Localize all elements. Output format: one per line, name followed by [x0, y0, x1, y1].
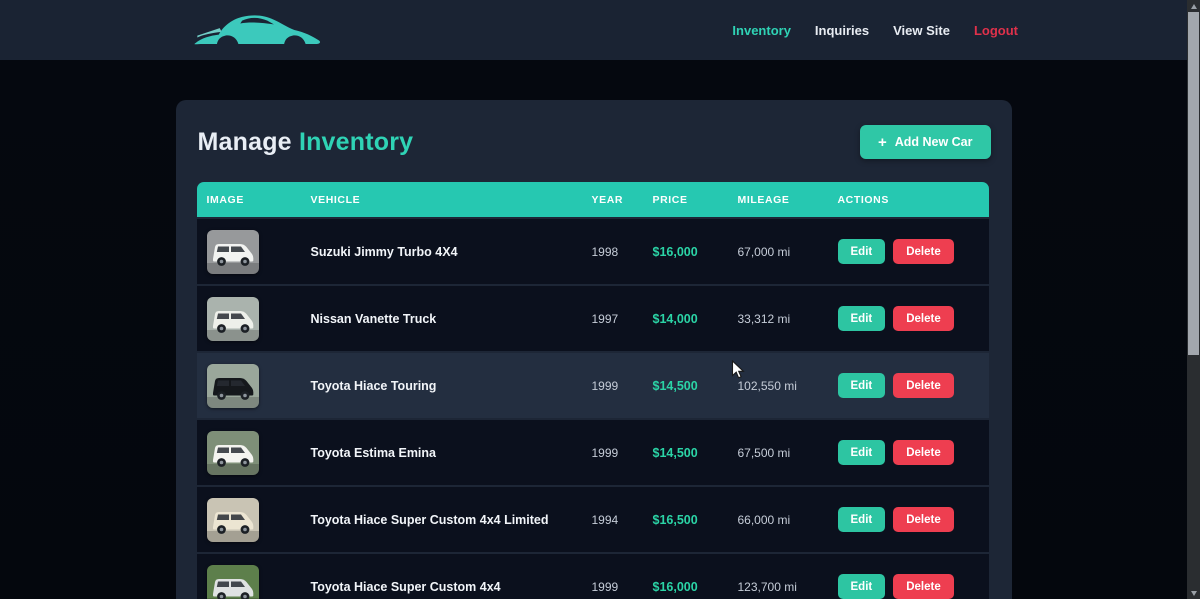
nav-link-logout[interactable]: Logout [974, 23, 1018, 38]
edit-button[interactable]: Edit [838, 574, 886, 599]
inventory-card: Manage Inventory + Add New Car IMAGE VEH… [176, 100, 1012, 599]
page-title-primary: Manage [198, 128, 292, 156]
column-header-image: IMAGE [207, 194, 311, 206]
vehicle-thumbnail [207, 364, 259, 408]
vehicle-year: 1998 [592, 245, 653, 259]
delete-button[interactable]: Delete [893, 239, 954, 264]
delete-button[interactable]: Delete [893, 574, 954, 599]
edit-button[interactable]: Edit [838, 306, 886, 331]
scrollbar-thumb[interactable] [1188, 12, 1199, 355]
delete-button[interactable]: Delete [893, 507, 954, 532]
vehicle-mileage: 33,312 mi [738, 312, 838, 326]
add-new-car-button[interactable]: + Add New Car [860, 125, 991, 159]
vehicle-name: Toyota Hiace Super Custom 4x4 [311, 580, 592, 594]
nav-link-view-site[interactable]: View Site [893, 23, 950, 38]
vehicle-year: 1999 [592, 580, 653, 594]
add-new-car-label: Add New Car [895, 135, 973, 149]
column-header-mileage: MILEAGE [738, 194, 838, 206]
logo-car-icon[interactable] [188, 9, 328, 51]
scrollbar-down-arrow-icon[interactable] [1187, 587, 1200, 599]
column-header-price: PRICE [653, 194, 738, 206]
vehicle-year: 1997 [592, 312, 653, 326]
delete-button[interactable]: Delete [893, 373, 954, 398]
vehicle-mileage: 102,550 mi [738, 379, 838, 393]
column-header-year: YEAR [592, 194, 653, 206]
vehicle-price: $14,500 [653, 446, 738, 460]
edit-button[interactable]: Edit [838, 373, 886, 398]
nav-link-inventory[interactable]: Inventory [732, 23, 791, 38]
edit-button[interactable]: Edit [838, 440, 886, 465]
nav-links: Inventory Inquiries View Site Logout [732, 23, 1018, 38]
nav-link-inquiries[interactable]: Inquiries [815, 23, 869, 38]
vehicle-mileage: 123,700 mi [738, 580, 838, 594]
table-body: Suzuki Jimmy Turbo 4X4 1998 $16,000 67,0… [197, 219, 989, 599]
table-row: Toyota Hiace Super Custom 4x4 1999 $16,0… [197, 554, 989, 599]
vehicle-mileage: 66,000 mi [738, 513, 838, 527]
table-row: Suzuki Jimmy Turbo 4X4 1998 $16,000 67,0… [197, 219, 989, 284]
vehicle-mileage: 67,500 mi [738, 446, 838, 460]
edit-button[interactable]: Edit [838, 507, 886, 532]
page-title-accent: Inventory [299, 128, 413, 156]
window-scrollbar[interactable] [1187, 0, 1200, 599]
column-header-vehicle: VEHICLE [311, 194, 592, 206]
page-title: Manage Inventory [198, 128, 414, 157]
vehicle-thumbnail [207, 431, 259, 475]
inventory-table: IMAGE VEHICLE YEAR PRICE MILEAGE ACTIONS [197, 182, 989, 599]
table-row: Nissan Vanette Truck 1997 $14,000 33,312… [197, 286, 989, 351]
vehicle-name: Toyota Hiace Super Custom 4x4 Limited [311, 513, 592, 527]
vehicle-year: 1999 [592, 379, 653, 393]
column-header-actions: ACTIONS [838, 194, 989, 206]
vehicle-price: $16,000 [653, 580, 738, 594]
table-row: Toyota Hiace Super Custom 4x4 Limited 19… [197, 487, 989, 552]
plus-icon: + [878, 135, 887, 150]
scrollbar-up-arrow-icon[interactable] [1187, 0, 1200, 12]
vehicle-thumbnail [207, 565, 259, 599]
delete-button[interactable]: Delete [893, 306, 954, 331]
top-navbar: Inventory Inquiries View Site Logout [0, 0, 1200, 60]
table-row: Toyota Estima Emina 1999 $14,500 67,500 … [197, 420, 989, 485]
vehicle-name: Suzuki Jimmy Turbo 4X4 [311, 245, 592, 259]
vehicle-year: 1994 [592, 513, 653, 527]
vehicle-price: $14,500 [653, 379, 738, 393]
vehicle-price: $16,500 [653, 513, 738, 527]
edit-button[interactable]: Edit [838, 239, 886, 264]
vehicle-year: 1999 [592, 446, 653, 460]
vehicle-name: Nissan Vanette Truck [311, 312, 592, 326]
vehicle-price: $14,000 [653, 312, 738, 326]
table-row: Toyota Hiace Touring 1999 $14,500 102,55… [197, 353, 989, 418]
vehicle-thumbnail [207, 297, 259, 341]
vehicle-thumbnail [207, 230, 259, 274]
vehicle-mileage: 67,000 mi [738, 245, 838, 259]
vehicle-price: $16,000 [653, 245, 738, 259]
delete-button[interactable]: Delete [893, 440, 954, 465]
vehicle-name: Toyota Hiace Touring [311, 379, 592, 393]
table-header-row: IMAGE VEHICLE YEAR PRICE MILEAGE ACTIONS [197, 182, 989, 217]
vehicle-name: Toyota Estima Emina [311, 446, 592, 460]
vehicle-thumbnail [207, 498, 259, 542]
